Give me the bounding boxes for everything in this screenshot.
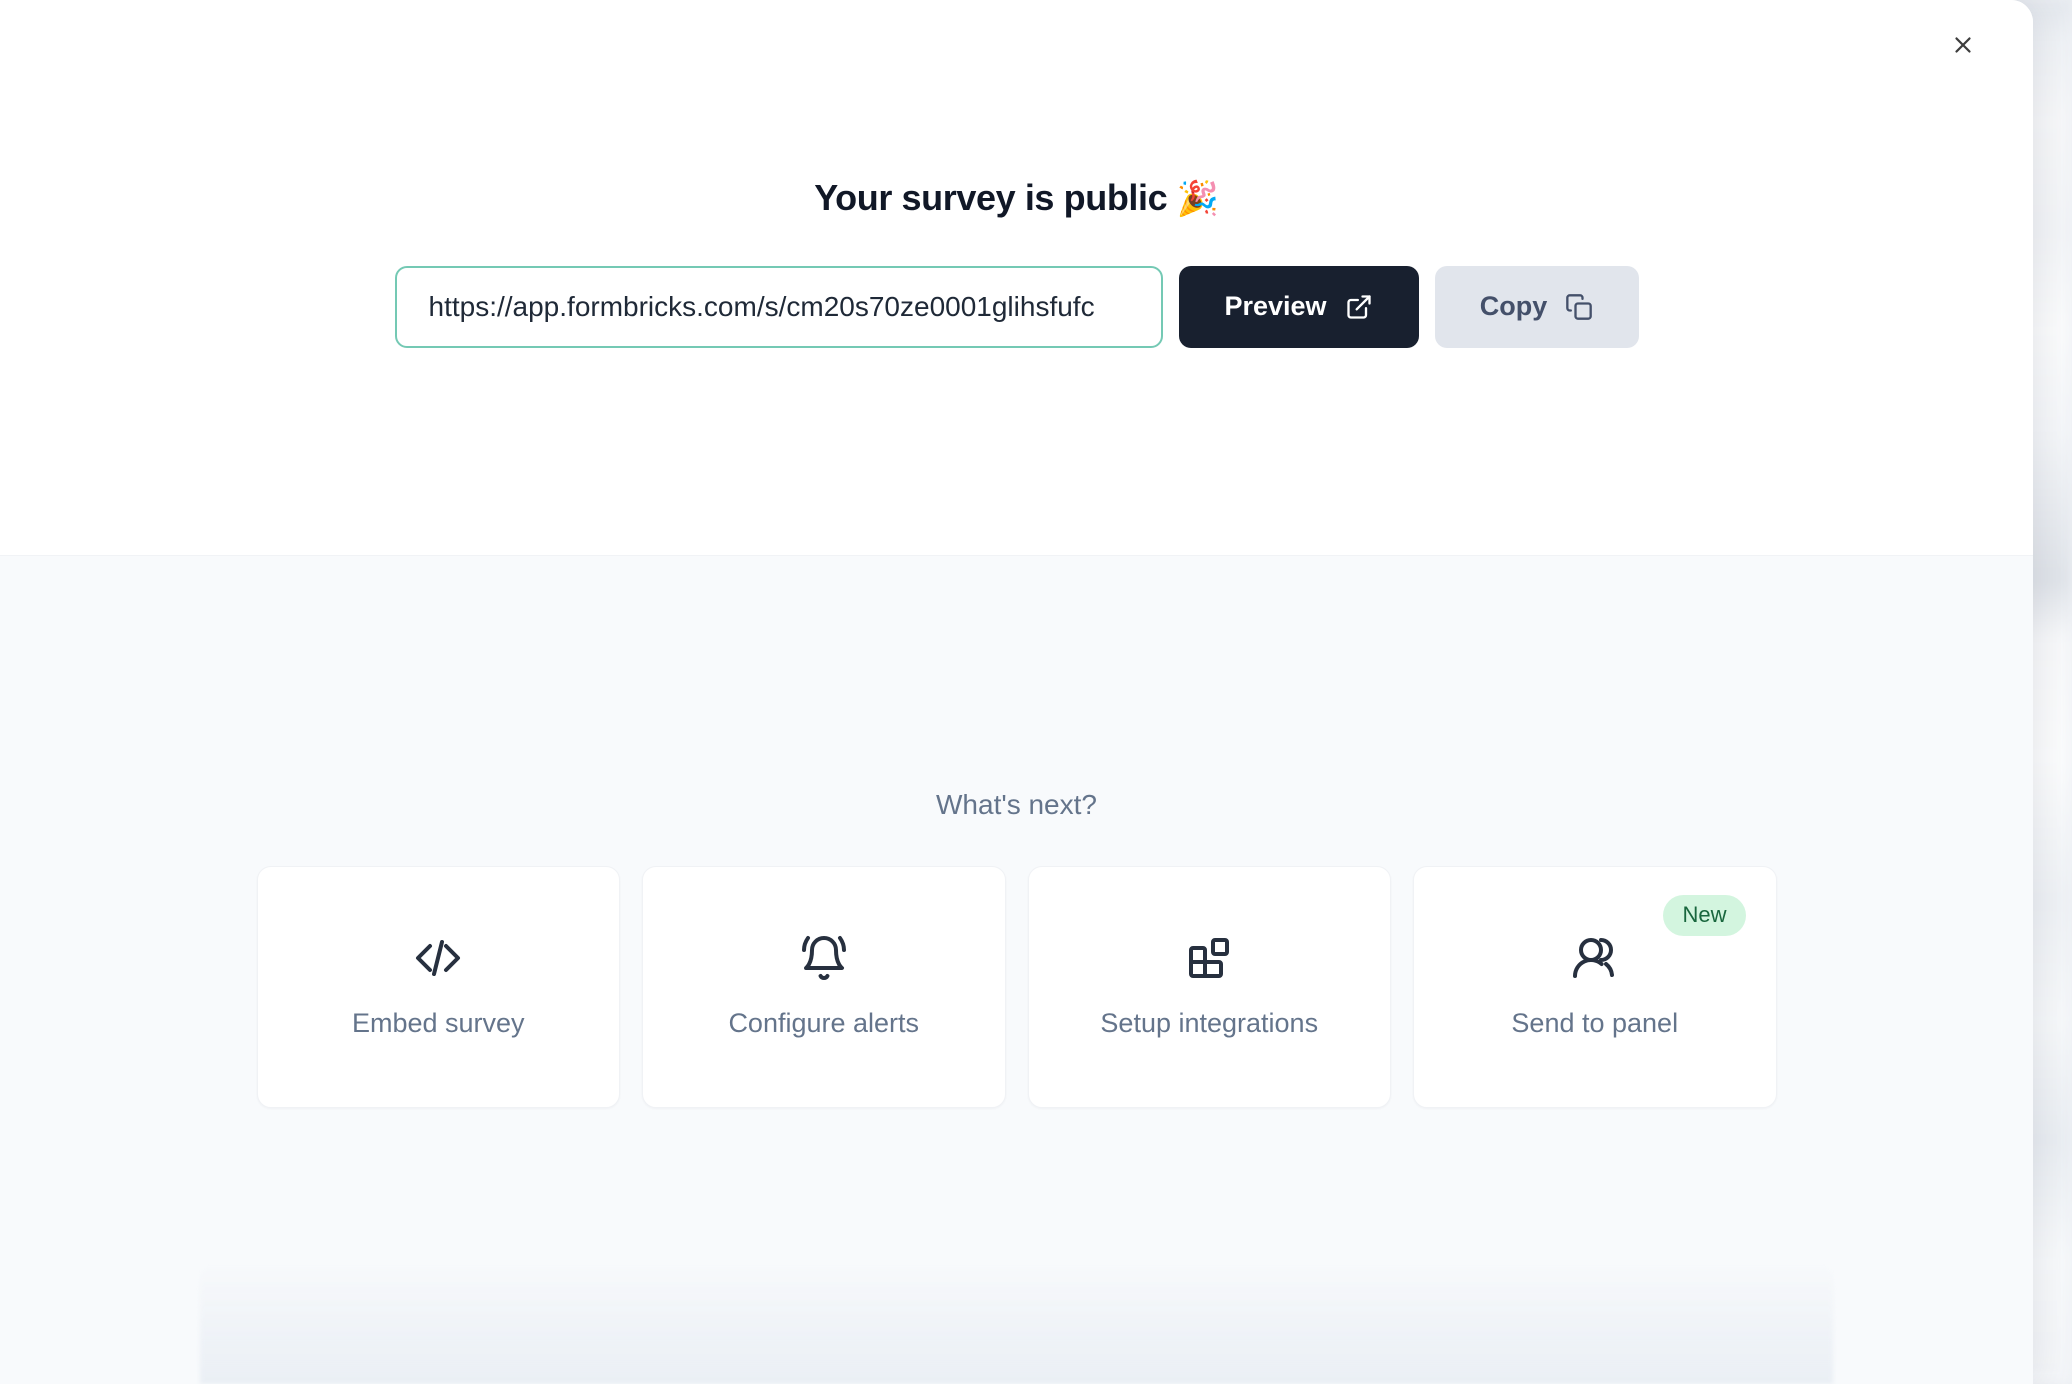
preview-button[interactable]: Preview: [1178, 265, 1419, 348]
card-label: Send to panel: [1511, 1007, 1679, 1038]
card-setup-integrations[interactable]: Setup integrations: [1027, 866, 1391, 1108]
survey-url-input[interactable]: [394, 265, 1163, 348]
page-title-text: Your survey is public: [814, 177, 1168, 218]
page-title: Your survey is public 🎉: [0, 0, 2033, 220]
blocks-icon: [1185, 930, 1233, 986]
copy-button-label: Copy: [1479, 291, 1548, 322]
card-send-to-panel[interactable]: New Send to panel: [1413, 866, 1777, 1108]
status-badge: New: [1663, 895, 1746, 936]
code-icon: [414, 930, 462, 986]
card-label: Configure alerts: [728, 1007, 920, 1038]
copy-button[interactable]: Copy: [1434, 265, 1639, 348]
copy-icon: [1565, 293, 1593, 321]
whats-next-card-grid: Embed survey Configure alerts Setup inte…: [256, 866, 1777, 1108]
external-link-icon: [1345, 293, 1373, 321]
bell-ring-icon: [800, 930, 848, 986]
share-link-row: Preview Copy: [0, 265, 2033, 348]
modal-header: Your survey is public 🎉 Preview Copy: [0, 0, 2033, 555]
users-icon: [1571, 930, 1619, 986]
whats-next-heading: What's next?: [936, 789, 1097, 820]
card-label: Setup integrations: [1100, 1007, 1319, 1038]
background-panel-edge: [200, 1264, 1833, 1384]
close-icon[interactable]: [1941, 23, 1985, 67]
party-popper-icon: 🎉: [1176, 180, 1219, 218]
share-survey-modal: Your survey is public 🎉 Preview Copy: [0, 0, 2033, 1384]
whats-next-section: What's next? Embed survey Configure aler…: [0, 555, 2033, 1384]
preview-button-label: Preview: [1224, 291, 1327, 322]
card-configure-alerts[interactable]: Configure alerts: [642, 866, 1006, 1108]
card-embed-survey[interactable]: Embed survey: [256, 866, 620, 1108]
card-label: Embed survey: [351, 1007, 525, 1038]
